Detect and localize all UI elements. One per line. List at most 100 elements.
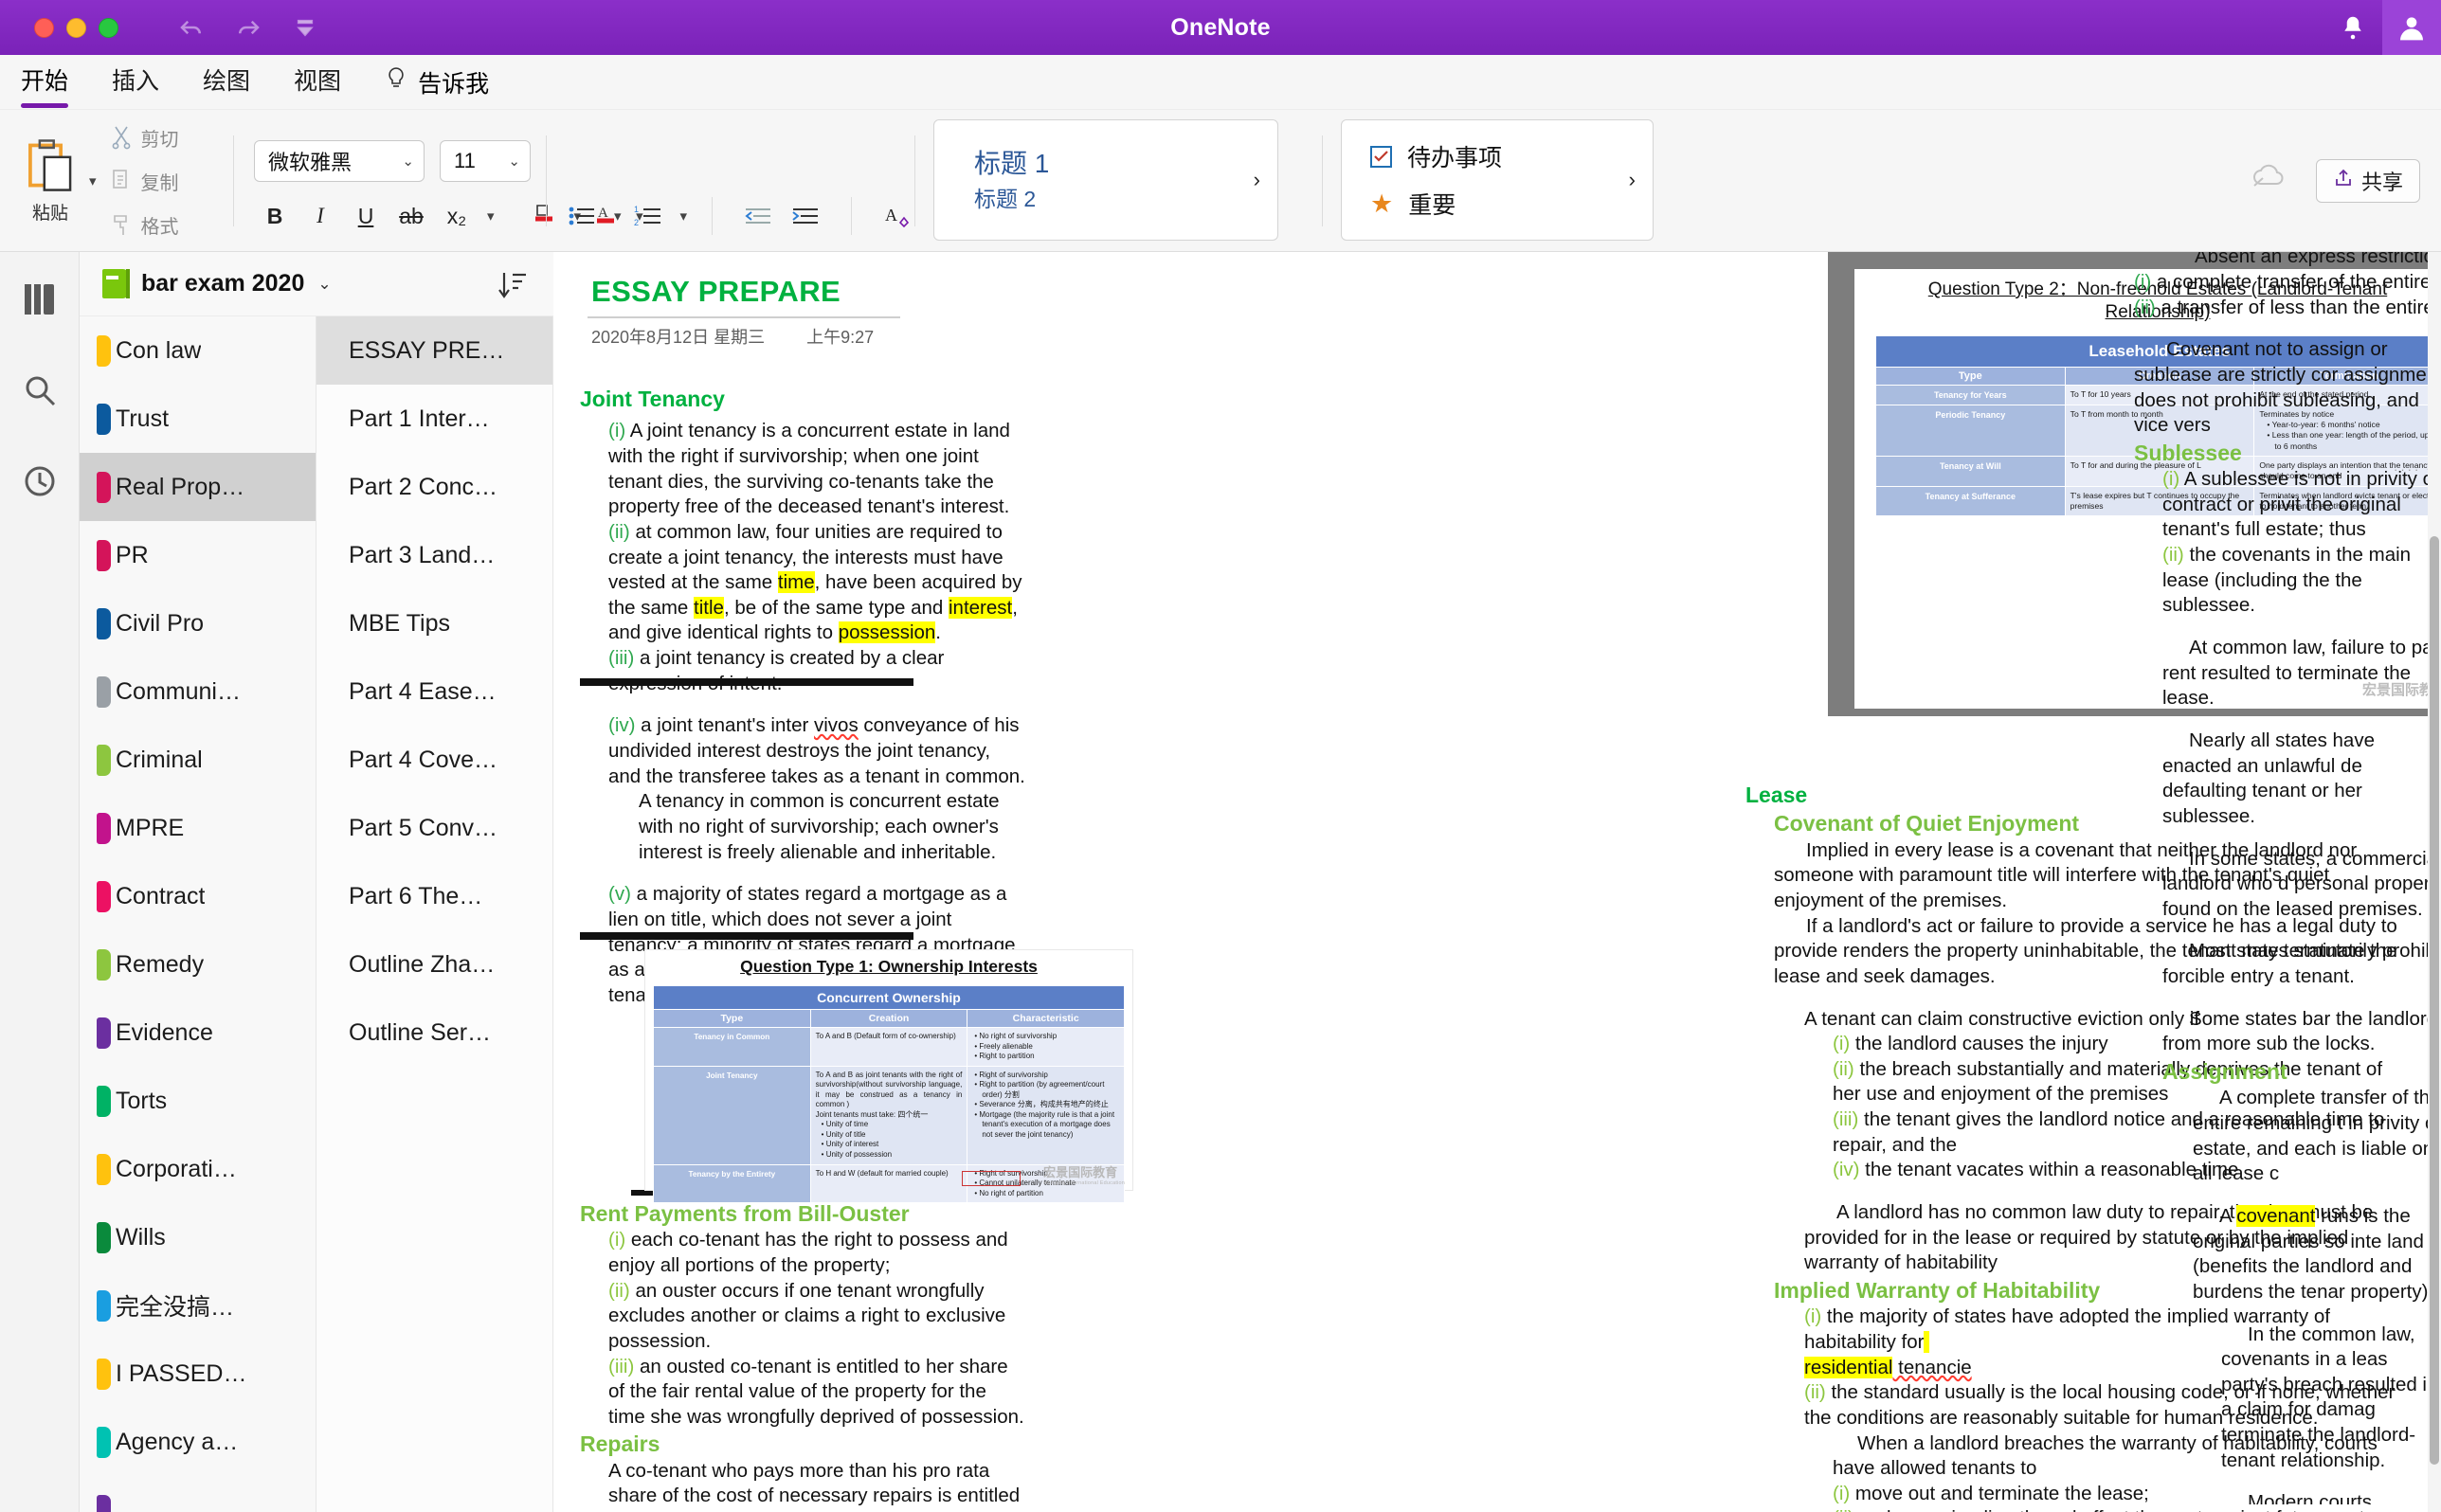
- section-item[interactable]: Trust: [80, 385, 316, 453]
- page-list[interactable]: ESSAY PRE… Part 1 Inter… Part 2 Conc… Pa…: [316, 316, 553, 1512]
- page-item[interactable]: Part 4 Ease…: [316, 657, 552, 726]
- search-icon[interactable]: [15, 366, 64, 415]
- note-column-1-lower[interactable]: Rent Payments from Bill-Ouster (i) each …: [580, 1199, 1025, 1512]
- paragraph[interactable]: Most states statutorily prohibit forcibl…: [2134, 939, 2441, 989]
- tab-view[interactable]: 视图: [294, 63, 341, 102]
- section-item-selected[interactable]: Real Prop…: [80, 453, 316, 521]
- vertical-scrollbar[interactable]: [2428, 252, 2441, 1512]
- paragraph[interactable]: (i) a complete transfer of the entire re…: [2134, 270, 2441, 296]
- section-item[interactable]: MPRE: [80, 794, 316, 862]
- maximize-window-button[interactable]: [99, 17, 118, 38]
- page-item[interactable]: Part 1 Inter…: [316, 385, 552, 453]
- recent-icon[interactable]: [15, 457, 64, 506]
- tab-draw[interactable]: 绘图: [203, 63, 250, 102]
- embedded-slide-question-type-1[interactable]: Question Type 1: Ownership Interests Con…: [644, 949, 1133, 1204]
- notebook-header[interactable]: bar exam 2020 ⌄: [80, 252, 553, 316]
- paragraph[interactable]: (iii) an ousted co-tenant is entitled to…: [580, 1355, 1025, 1431]
- page-item[interactable]: Part 2 Conc…: [316, 453, 552, 521]
- chevron-right-icon[interactable]: ›: [1254, 168, 1277, 192]
- paragraph[interactable]: (iii) a joint tenancy is created by a cl…: [580, 646, 1025, 696]
- style-heading1[interactable]: 标题 1: [974, 145, 1254, 184]
- section-item[interactable]: Evidence: [80, 999, 316, 1067]
- section-item[interactable]: I PASSED…: [80, 1340, 316, 1408]
- page-item-selected[interactable]: ESSAY PRE…: [316, 316, 552, 385]
- tags-gallery[interactable]: 待办事项 ★ 重要 ›: [1341, 119, 1654, 241]
- section-item[interactable]: Civil Pro: [80, 589, 316, 657]
- customize-quick-access-icon[interactable]: [289, 11, 321, 44]
- clear-formatting-icon[interactable]: A: [877, 197, 918, 235]
- paragraph[interactable]: (ii) an ouster occurs if one tenant wron…: [580, 1279, 1025, 1355]
- text-highlight-icon[interactable]: [523, 197, 565, 235]
- section-item[interactable]: Communi…: [80, 657, 316, 726]
- heading-joint-tenancy[interactable]: Joint Tenancy: [580, 385, 1025, 413]
- italic-button[interactable]: I: [299, 197, 341, 235]
- page-item[interactable]: Outline Ser…: [316, 999, 552, 1067]
- page-item[interactable]: MBE Tips: [316, 589, 552, 657]
- section-item[interactable]: Contract: [80, 862, 316, 930]
- copy-button[interactable]: 复制: [110, 168, 179, 195]
- paragraph[interactable]: Nearly all states have enacted an unlawf…: [2134, 729, 2441, 830]
- paragraph[interactable]: In some states, a commercial landlord wh…: [2134, 847, 2441, 923]
- paragraph[interactable]: (iv) a joint tenant's inter vivos convey…: [580, 713, 1025, 789]
- paragraph[interactable]: In the common law, covenants in a leas p…: [2134, 1323, 2441, 1474]
- paragraph[interactable]: A covenant runs is the original parties …: [2134, 1204, 2441, 1305]
- scrollbar-thumb[interactable]: [2430, 536, 2439, 1465]
- heading-sublessee[interactable]: Sublessee: [2134, 439, 2441, 467]
- subscript-dropdown-icon[interactable]: ▾: [487, 207, 495, 225]
- page-item[interactable]: Part 5 Conv…: [316, 794, 552, 862]
- sync-cloud-icon[interactable]: [2250, 163, 2289, 196]
- note-canvas[interactable]: ESSAY PREPARE 2020年8月12日 星期三 上午9:27 Join…: [553, 252, 2441, 1512]
- numbering-dropdown-icon[interactable]: ▾: [680, 207, 688, 225]
- section-item[interactable]: Wills: [80, 1203, 316, 1271]
- tell-me-button[interactable]: 告诉我: [385, 65, 489, 99]
- bold-button[interactable]: B: [254, 197, 296, 235]
- heading-assignment[interactable]: Assignment: [2134, 1057, 2441, 1086]
- account-icon[interactable]: [2382, 0, 2441, 55]
- notebooks-icon[interactable]: [15, 275, 64, 324]
- paragraph[interactable]: Modern courts explains covenants party o…: [2134, 1490, 2441, 1504]
- style-heading2[interactable]: 标题 2: [974, 184, 1254, 215]
- paragraph[interactable]: (i) each co-tenant has the right to poss…: [580, 1228, 1025, 1278]
- section-item[interactable]: Agency a…: [80, 1408, 316, 1476]
- numbered-list-icon[interactable]: 12: [627, 197, 669, 235]
- paragraph[interactable]: (ii) a transfer of less than the entire …: [2134, 296, 2441, 321]
- heading-repairs[interactable]: Repairs: [580, 1430, 1025, 1458]
- note-column-1[interactable]: Joint Tenancy (i) A joint tenancy is a c…: [580, 385, 1025, 1008]
- section-item[interactable]: PR: [80, 521, 316, 589]
- paragraph[interactable]: (i) A sublessee is not in privity of con…: [2134, 467, 2441, 543]
- section-item[interactable]: Remedy: [80, 930, 316, 999]
- styles-gallery[interactable]: 标题 1 标题 2 ›: [933, 119, 1278, 241]
- tab-insert[interactable]: 插入: [112, 63, 159, 102]
- font-size-select[interactable]: 11 ⌄: [440, 140, 531, 182]
- notifications-icon[interactable]: [2323, 0, 2382, 55]
- notebook-name[interactable]: bar exam 2020: [141, 270, 304, 297]
- paste-button[interactable]: 粘贴: [17, 138, 83, 225]
- paragraph[interactable]: A complete transfer of the entire remain…: [2134, 1086, 2441, 1187]
- section-item[interactable]: [80, 1476, 316, 1512]
- page-item[interactable]: Outline Zha…: [316, 930, 552, 999]
- page-title[interactable]: ESSAY PREPARE: [591, 275, 841, 309]
- tab-home[interactable]: 开始: [21, 63, 69, 108]
- tag-important[interactable]: ★ 重要: [1370, 187, 1629, 221]
- paragraph[interactable]: A tenancy in common is concurrent estate…: [580, 789, 1025, 865]
- subscript-button[interactable]: x₂: [436, 197, 478, 235]
- section-item[interactable]: Torts: [80, 1067, 316, 1135]
- minimize-window-button[interactable]: [66, 17, 86, 38]
- paragraph[interactable]: (ii) at common law, four unities are req…: [580, 520, 1025, 646]
- close-window-button[interactable]: [34, 17, 54, 38]
- paragraph[interactable]: (ii) the covenants in the main lease (in…: [2134, 543, 2441, 619]
- paragraph[interactable]: At common law, failure to pay rent resul…: [2134, 636, 2441, 711]
- page-item[interactable]: Part 6 The…: [316, 862, 552, 930]
- sort-icon[interactable]: [497, 269, 529, 306]
- chevron-right-icon[interactable]: ›: [1629, 168, 1653, 192]
- page-item[interactable]: Part 4 Cove…: [316, 726, 552, 794]
- share-button[interactable]: 共享: [2316, 159, 2420, 203]
- bullet-list-icon[interactable]: [561, 197, 603, 235]
- paragraph[interactable]: Some states bar the landlord from more s…: [2134, 1007, 2441, 1057]
- heading-rent-payments-ouster[interactable]: Rent Payments from Bill-Ouster: [580, 1199, 1025, 1228]
- paragraph[interactable]: A co-tenant who pays more than his pro r…: [580, 1459, 1025, 1512]
- section-item[interactable]: Con law: [80, 316, 316, 385]
- underline-button[interactable]: U: [345, 197, 387, 235]
- chevron-down-icon[interactable]: ⌄: [317, 275, 331, 294]
- redo-icon[interactable]: [232, 11, 264, 44]
